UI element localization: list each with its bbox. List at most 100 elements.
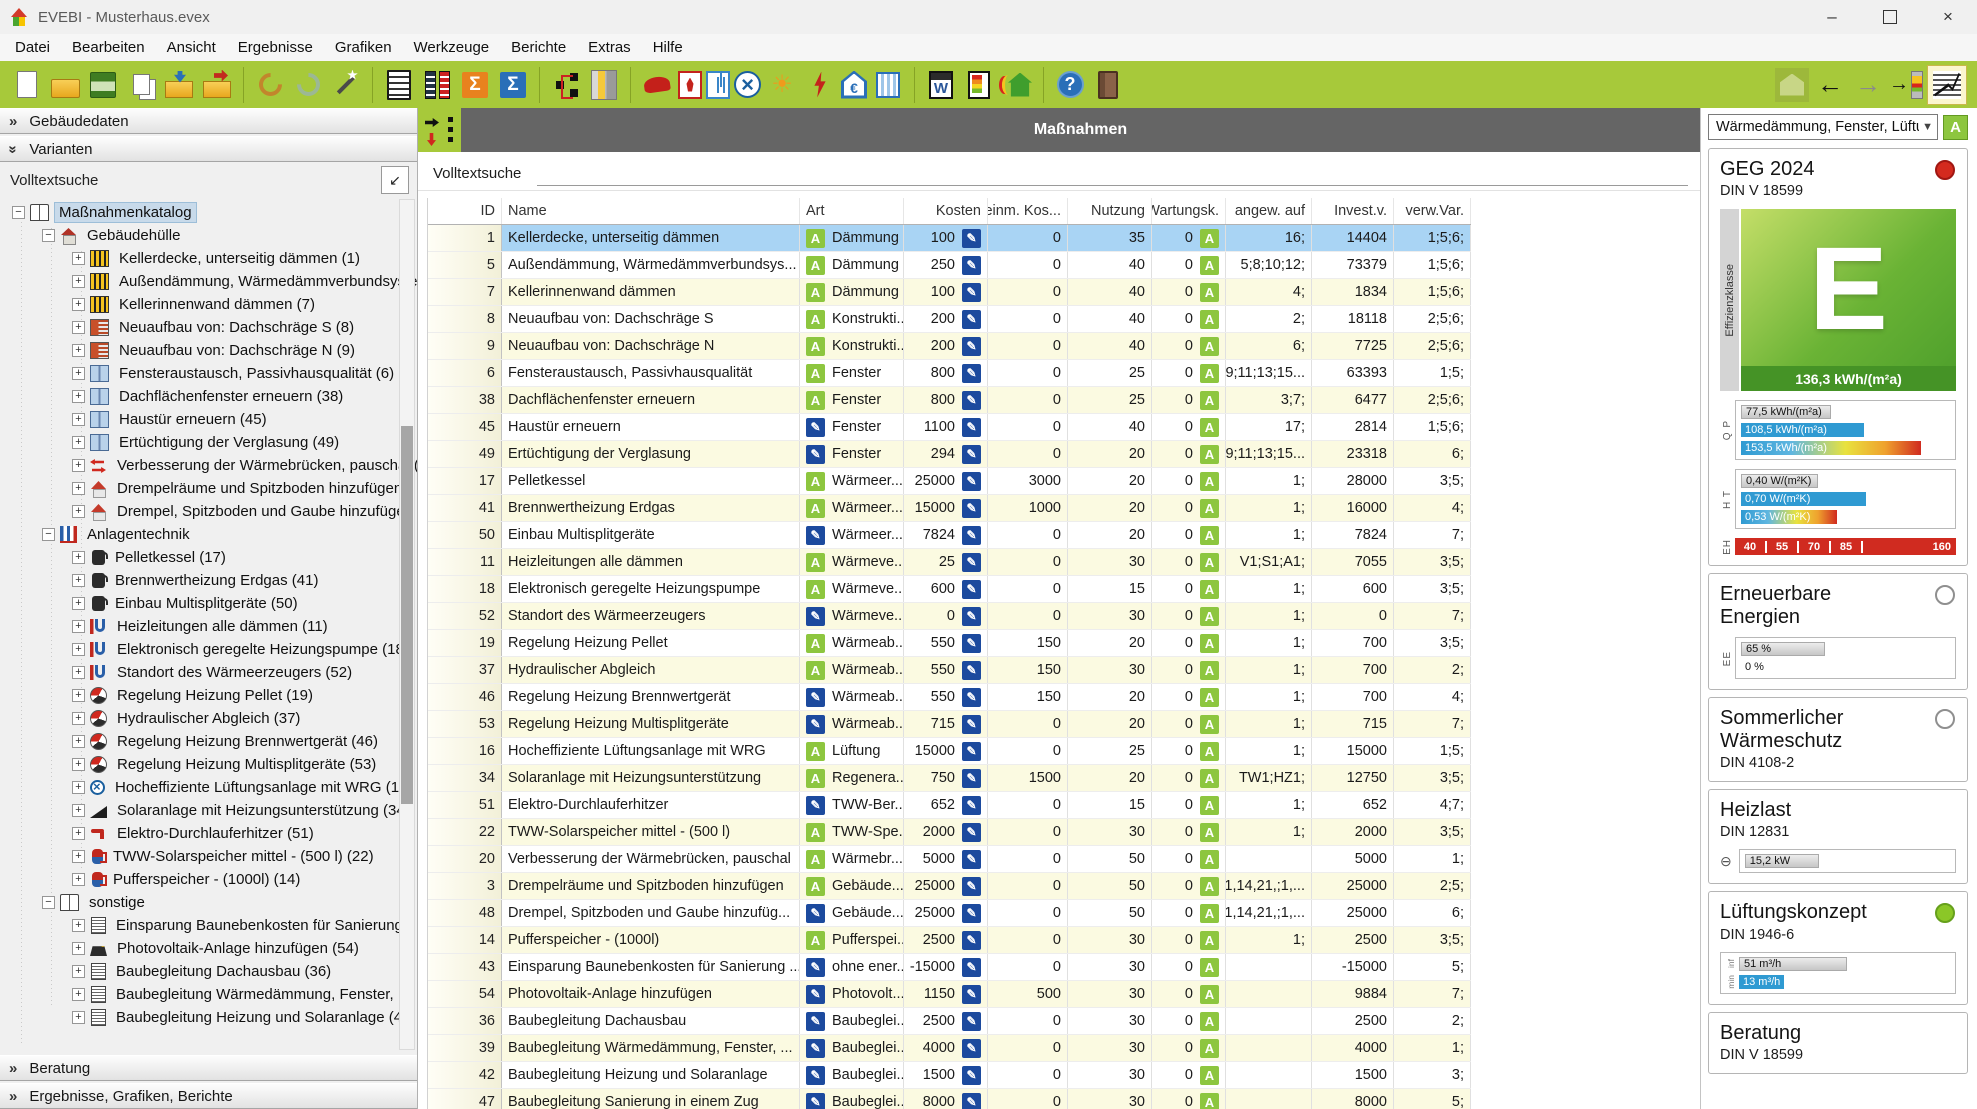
tree-expander-expand[interactable]: +	[72, 436, 85, 449]
edit-icon[interactable]	[806, 1039, 825, 1058]
table-row[interactable]: 36Baubegleitung DachausbauBaubeglei...25…	[428, 1008, 1471, 1035]
edit-icon[interactable]	[962, 553, 981, 572]
column-header[interactable]: angew. auf	[1226, 198, 1312, 224]
menu-extras[interactable]: Extras	[577, 39, 642, 56]
edit-icon[interactable]	[962, 499, 981, 518]
maximize-button[interactable]	[1861, 0, 1919, 34]
table-row[interactable]: 34Solaranlage mit HeizungsunterstützungA…	[428, 765, 1471, 792]
edit-icon[interactable]	[962, 850, 981, 869]
tree-expander-expand[interactable]: +	[72, 689, 85, 702]
burner-icon[interactable]	[678, 71, 702, 99]
tree-expander-expand[interactable]: +	[72, 298, 85, 311]
tree-item[interactable]: +Kellerdecke, unterseitig dämmen (1)	[0, 247, 417, 270]
tree-expander-collapse[interactable]: −	[42, 896, 55, 909]
report-document-icon[interactable]	[382, 67, 416, 103]
tree-expander-expand[interactable]: +	[72, 965, 85, 978]
column-header[interactable]: Name	[502, 198, 800, 224]
table-row[interactable]: 6Fensteraustausch, PassivhausqualitätAFe…	[428, 360, 1471, 387]
edit-icon[interactable]	[962, 769, 981, 788]
magic-wand-icon[interactable]	[329, 67, 363, 103]
tree-item[interactable]: +TWW-Solarspeicher mittel - (500 l) (22)	[0, 845, 417, 868]
tree-item[interactable]: +Fensteraustausch, Passivhausqualität (6…	[0, 362, 417, 385]
column-header[interactable]: Art	[800, 198, 904, 224]
column-header[interactable]: Nutzung	[1068, 198, 1152, 224]
tree-expander-collapse[interactable]: −	[42, 528, 55, 541]
tree-item[interactable]: +Ertüchtigung der Verglasung (49)	[0, 431, 417, 454]
edit-icon[interactable]	[806, 1012, 825, 1031]
edit-icon[interactable]	[962, 283, 981, 302]
tree-expander-expand[interactable]: +	[72, 275, 85, 288]
pipe-scheme-icon[interactable]	[706, 71, 730, 99]
energy-certificate-icon[interactable]	[962, 67, 996, 103]
tree-item[interactable]: +Regelung Heizung Multisplitgeräte (53)	[0, 753, 417, 776]
nav-back-icon[interactable]	[1813, 67, 1847, 103]
tree-item[interactable]: −Maßnahmenkatalog	[0, 201, 417, 224]
edit-icon[interactable]	[806, 985, 825, 1004]
menu-hilfe[interactable]: Hilfe	[642, 39, 694, 56]
search-input[interactable]	[537, 161, 1688, 186]
chart-icon[interactable]	[1927, 65, 1967, 105]
house-3d-icon[interactable]	[1775, 68, 1809, 102]
column-header[interactable]: verw.Var.	[1394, 198, 1471, 224]
edit-icon[interactable]	[806, 445, 825, 464]
edit-icon[interactable]	[962, 688, 981, 707]
edit-icon[interactable]	[806, 607, 825, 626]
measures-module-icon[interactable]	[418, 108, 461, 152]
table-row[interactable]: 50Einbau MultisplitgeräteWärmeer...78240…	[428, 522, 1471, 549]
tree-expander-expand[interactable]: +	[72, 620, 85, 633]
table-row[interactable]: 48Drempel, Spitzboden und Gaube hinzufüg…	[428, 900, 1471, 927]
tree-expander-expand[interactable]: +	[72, 390, 85, 403]
table-row[interactable]: 1Kellerdecke, unterseitig dämmenADämmung…	[428, 225, 1471, 252]
tree-item[interactable]: −sonstige	[0, 891, 417, 914]
edit-icon[interactable]	[962, 337, 981, 356]
variant-select[interactable]: Wärmedämmung, Fenster, Lüftun ▼	[1708, 114, 1938, 140]
tree-expander-expand[interactable]: +	[72, 988, 85, 1001]
tree-expander-expand[interactable]: +	[72, 321, 85, 334]
tree-item[interactable]: +Pelletkessel (17)	[0, 546, 417, 569]
nav-forward-icon[interactable]	[1851, 67, 1885, 103]
tree-item[interactable]: +Brennwertheizung Erdgas (41)	[0, 569, 417, 592]
tree-expander-expand[interactable]: +	[72, 344, 85, 357]
tree-item[interactable]: +Einsparung Baunebenkosten für Sanierung…	[0, 914, 417, 937]
menu-bearbeiten[interactable]: Bearbeiten	[61, 39, 156, 56]
table-row[interactable]: 37Hydraulischer AbgleichAWärmeab...55015…	[428, 657, 1471, 684]
menu-werkzeuge[interactable]: Werkzeuge	[403, 39, 501, 56]
tree-expander-expand[interactable]: +	[72, 367, 85, 380]
sum-blue-icon[interactable]	[496, 67, 530, 103]
table-row[interactable]: 43Einsparung Baunebenkosten für Sanierun…	[428, 954, 1471, 981]
menu-ansicht[interactable]: Ansicht	[156, 39, 227, 56]
tree-item[interactable]: +Haustür erneuern (45)	[0, 408, 417, 431]
tree-item[interactable]: +Hydraulischer Abgleich (37)	[0, 707, 417, 730]
help-icon[interactable]	[1053, 67, 1087, 103]
tree-item[interactable]: +Verbesserung der Wärmebrücken, pauschal…	[0, 454, 417, 477]
table-row[interactable]: 41Brennwertheizung ErdgasAWärmeer...1500…	[428, 495, 1471, 522]
table-row[interactable]: 5Außendämmung, Wärmedämmverbundsys...ADä…	[428, 252, 1471, 279]
menu-datei[interactable]: Datei	[4, 39, 61, 56]
edit-icon[interactable]	[806, 1093, 825, 1109]
goto-panel-icon[interactable]	[1889, 67, 1923, 103]
minimize-button[interactable]: –	[1803, 0, 1861, 34]
import-icon[interactable]	[162, 67, 196, 103]
tree-expander-expand[interactable]: +	[72, 781, 85, 794]
edit-icon[interactable]	[962, 877, 981, 896]
table-row[interactable]: 52Standort des WärmeerzeugersWärmeve...0…	[428, 603, 1471, 630]
tree-item[interactable]: +Hocheffiziente Lüftungsanlage mit WRG (…	[0, 776, 417, 799]
close-button[interactable]: ×	[1919, 0, 1977, 34]
scrollbar-thumb[interactable]	[401, 426, 413, 804]
edit-icon[interactable]	[806, 904, 825, 923]
table-row[interactable]: 7Kellerinnenwand dämmenADämmung1000400A4…	[428, 279, 1471, 306]
tree-item[interactable]: −Anlagentechnik	[0, 523, 417, 546]
edit-icon[interactable]	[806, 1066, 825, 1085]
house-energy-icon[interactable]	[1000, 67, 1034, 103]
sidebar-item-beratung[interactable]: » Beratung	[0, 1055, 417, 1081]
word-report-icon[interactable]	[924, 67, 958, 103]
tree-item[interactable]: +Außendämmung, Wärmedämmverbundsyste	[0, 270, 417, 293]
table-row[interactable]: 42Baubegleitung Heizung und SolaranlageB…	[428, 1062, 1471, 1089]
duplicate-icon[interactable]	[124, 67, 158, 103]
column-header[interactable]: einm. Kos...	[988, 198, 1068, 224]
tree-expander-expand[interactable]: +	[72, 482, 85, 495]
new-file-icon[interactable]	[10, 67, 44, 103]
edit-icon[interactable]	[962, 958, 981, 977]
edit-icon[interactable]	[962, 607, 981, 626]
table-row[interactable]: 16Hocheffiziente Lüftungsanlage mit WRGA…	[428, 738, 1471, 765]
